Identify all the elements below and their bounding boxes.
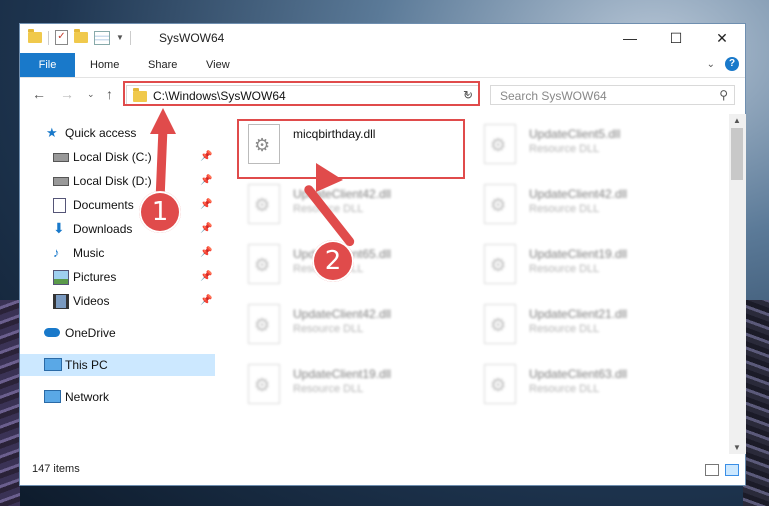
annotation-arrows: [150, 108, 355, 247]
arrow-1: [150, 108, 176, 205]
step-2-badge: 2: [312, 240, 354, 282]
arrow-2: [304, 163, 355, 247]
step-1-badge: 1: [139, 191, 181, 233]
